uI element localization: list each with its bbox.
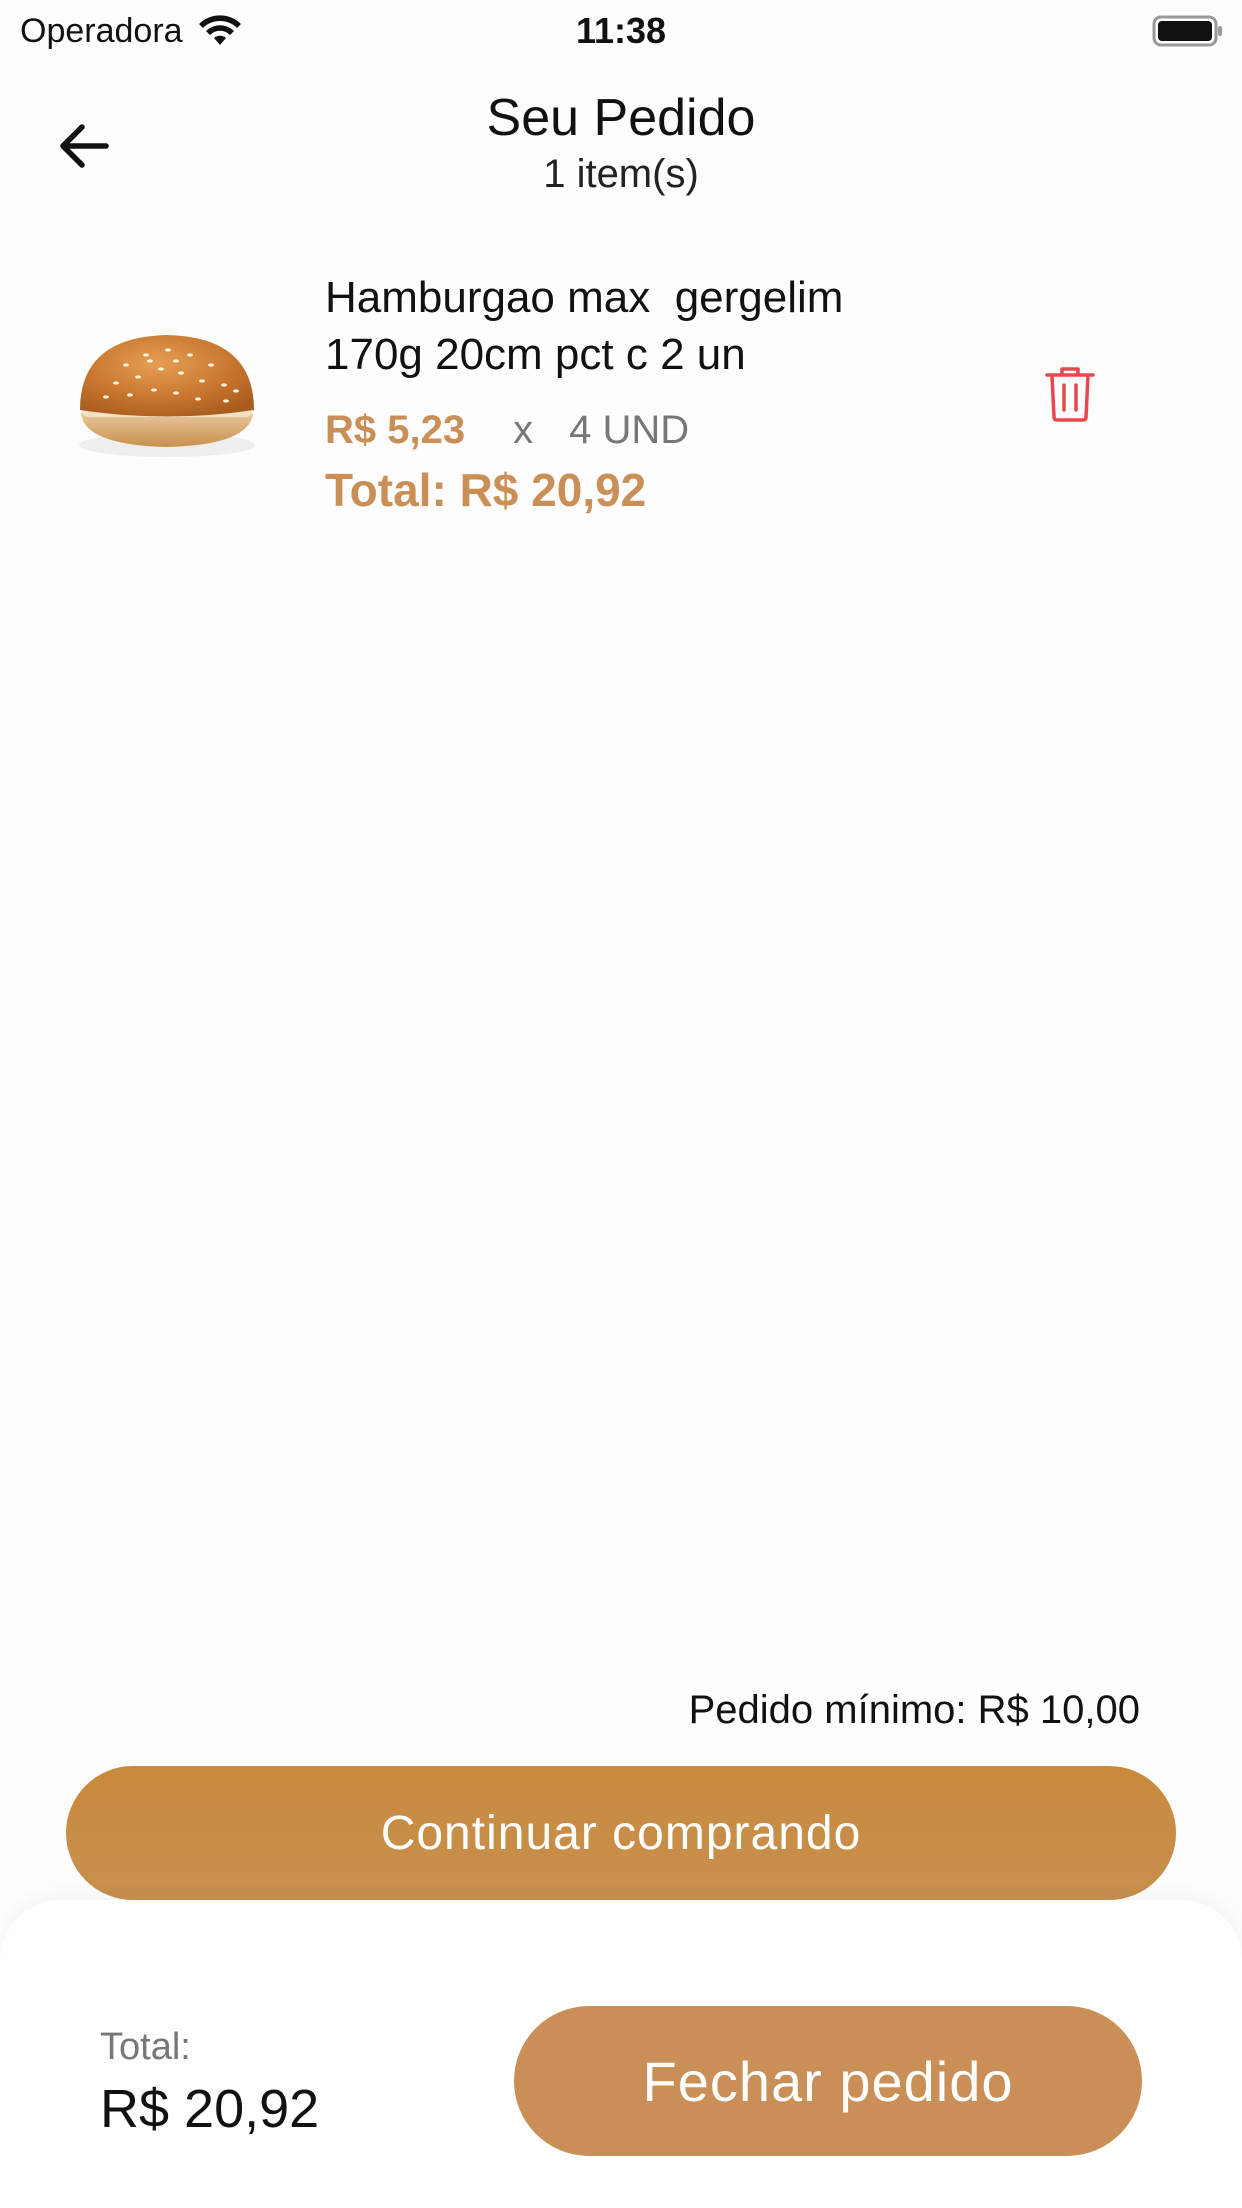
item-total: Total: R$ 20,92 (325, 464, 647, 516)
multiply-sign: x (513, 408, 534, 452)
battery-full-icon (1152, 15, 1222, 47)
price-line: R$ 5,23 x 4 UND (325, 408, 689, 453)
order-screen: Operadora 11:38 Seu Pedido 1 item(s) Ham… (0, 0, 1242, 2208)
hamburger-bun-image (79, 335, 255, 457)
minimum-order-text: Pedido mínimo: R$ 10,00 (688, 1688, 1140, 1732)
total-label: Total: (100, 2026, 191, 2068)
clock: 11:38 (575, 10, 667, 51)
product-name: Hamburgao max gergelim 170g 20cm pct c 2… (325, 273, 844, 379)
delete-item-button[interactable] (1032, 355, 1108, 431)
trash-icon (1045, 367, 1095, 422)
total-value: R$ 20,92 (100, 2079, 320, 2139)
page-title: Seu Pedido (486, 89, 756, 147)
quantity: 4 UND (569, 408, 690, 452)
continue-shopping-button[interactable]: Continuar comprando (66, 1766, 1176, 1900)
unit-price: R$ 5,23 (325, 408, 466, 452)
status-bar: Operadora 11:38 (0, 0, 1242, 64)
checkout-bar: Total: R$ 20,92 Fechar pedido (0, 1900, 1242, 2208)
checkout-button[interactable]: Fechar pedido (514, 2006, 1142, 2156)
cart-item: Hamburgao max gergelim 170g 20cm pct c 2… (0, 255, 1242, 545)
item-count: 1 item(s) (543, 152, 699, 196)
